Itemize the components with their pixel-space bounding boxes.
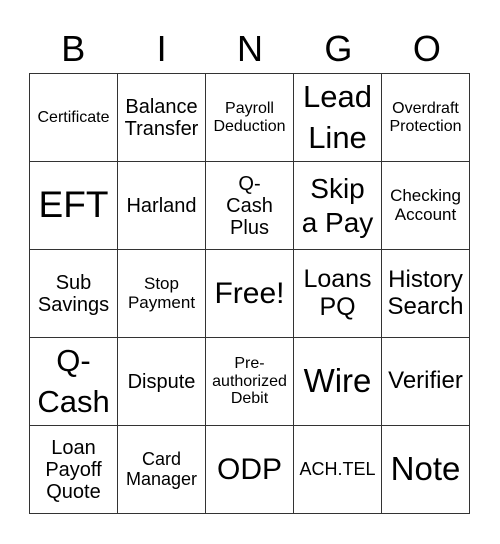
bingo-cell[interactable]: Sub Savings [29,249,118,338]
grid-row: Sub Savings Stop Payment Free! Loans PQ … [29,249,470,338]
bingo-cell[interactable]: Q- Cash [29,337,118,426]
header-letter-g: G [324,28,353,69]
bingo-cell[interactable]: Payroll Deduction [205,73,294,162]
header-letter-n: N [237,28,264,69]
grid-row: Loan Payoff Quote Card Manager ODP ACH.T… [29,425,470,514]
grid-row: EFT Harland Q- Cash Plus Skip a Pay Chec… [29,161,470,250]
bingo-cell[interactable]: EFT [29,161,118,250]
bingo-cell[interactable]: Harland [117,161,206,250]
bingo-cell[interactable]: ODP [205,425,294,514]
bingo-cell[interactable]: Lead Line [293,73,382,162]
bingo-cell[interactable]: Card Manager [117,425,206,514]
bingo-cell[interactable]: Certificate [29,73,118,162]
free-space-cell[interactable]: Free! [205,249,294,338]
bingo-cell[interactable]: Q- Cash Plus [205,161,294,250]
bingo-cell[interactable]: History Search [381,249,470,338]
bingo-header: B I N G O [29,26,471,72]
bingo-grid: Certificate Balance Transfer Payroll Ded… [29,73,470,514]
bingo-cell[interactable]: Dispute [117,337,206,426]
header-letter-o: O [412,28,441,69]
header-letter-i: I [156,28,167,69]
grid-row: Certificate Balance Transfer Payroll Ded… [29,73,470,162]
header-letter-b: B [61,28,86,69]
bingo-cell[interactable]: Skip a Pay [293,161,382,250]
bingo-cell[interactable]: Loan Payoff Quote [29,425,118,514]
bingo-cell[interactable]: Verifier [381,337,470,426]
bingo-cell[interactable]: Note [381,425,470,514]
bingo-cell[interactable]: Overdraft Protection [381,73,470,162]
bingo-cell[interactable]: Checking Account [381,161,470,250]
bingo-cell[interactable]: Stop Payment [117,249,206,338]
bingo-cell[interactable]: Loans PQ [293,249,382,338]
bingo-cell[interactable]: Wire [293,337,382,426]
bingo-cell[interactable]: Balance Transfer [117,73,206,162]
bingo-cell[interactable]: ACH.TEL [293,425,382,514]
grid-row: Q- Cash Dispute Pre- authorized Debit Wi… [29,337,470,426]
bingo-cell[interactable]: Pre- authorized Debit [205,337,294,426]
